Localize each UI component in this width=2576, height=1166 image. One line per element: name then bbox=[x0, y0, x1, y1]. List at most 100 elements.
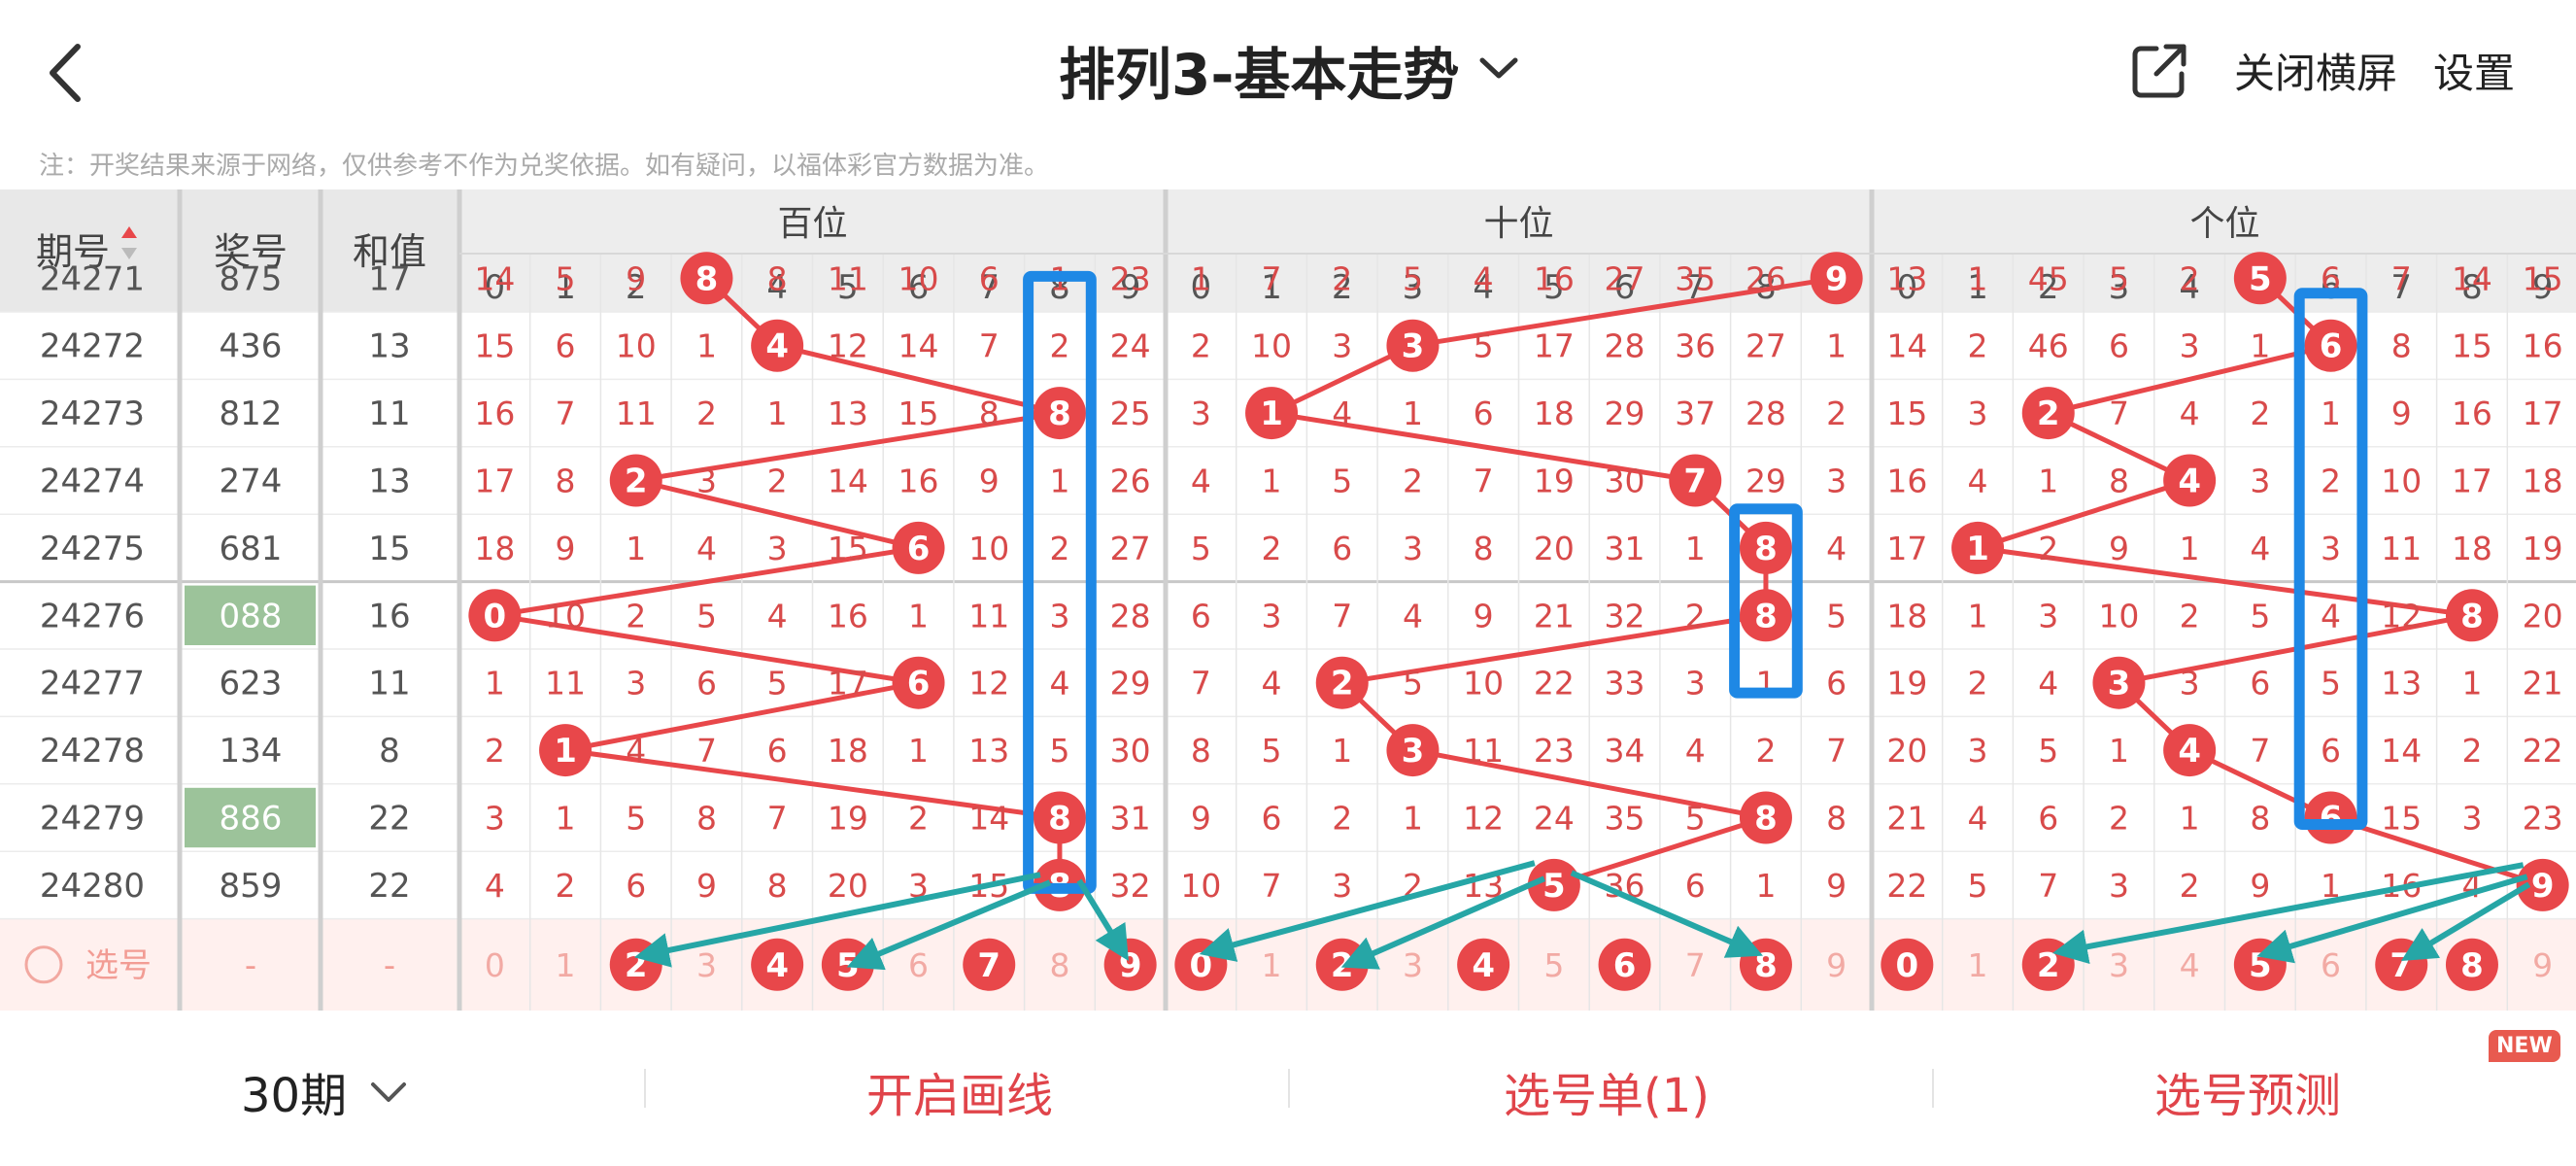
header-group-2: 个位 bbox=[2189, 204, 2259, 244]
selected-digit-number[interactable]: 8 bbox=[2460, 946, 2484, 985]
unselected-digit[interactable]: 3 bbox=[2109, 946, 2129, 984]
settings-button[interactable]: 设置 bbox=[2433, 41, 2515, 100]
miss-count: 1 bbox=[2180, 530, 2200, 567]
unselected-digit[interactable]: 4 bbox=[2180, 946, 2200, 984]
selected-digit-number[interactable]: 7 bbox=[977, 946, 1000, 985]
miss-count: 3 bbox=[2109, 867, 2129, 905]
miss-count: 2 bbox=[1332, 259, 1352, 297]
miss-count: 5 bbox=[626, 800, 646, 838]
selected-digit-number[interactable]: 9 bbox=[1119, 946, 1142, 985]
miss-count: 15 bbox=[968, 867, 1009, 905]
miss-count: 20 bbox=[2523, 597, 2563, 634]
unselected-digit[interactable]: 3 bbox=[696, 946, 717, 984]
hit-ball-number: 8 bbox=[695, 259, 719, 298]
miss-count: 2 bbox=[1049, 530, 1069, 567]
selected-digit-number[interactable]: 0 bbox=[1896, 946, 1919, 985]
unselected-digit[interactable]: 5 bbox=[1543, 946, 1564, 984]
miss-count: 13 bbox=[828, 394, 868, 432]
close-landscape-button[interactable]: 关闭横屏 bbox=[2234, 41, 2397, 100]
miss-count: 6 bbox=[1191, 597, 1211, 634]
miss-count: 28 bbox=[1746, 394, 1786, 432]
miss-count: 1 bbox=[1968, 259, 1988, 297]
number-cell: 812 bbox=[220, 394, 283, 433]
miss-count: 4 bbox=[2250, 530, 2270, 567]
miss-count: 20 bbox=[828, 867, 868, 905]
miss-count: 3 bbox=[1262, 597, 1282, 634]
miss-count: 28 bbox=[1605, 327, 1645, 365]
unselected-digit[interactable]: 6 bbox=[2321, 946, 2341, 984]
selected-digit-number[interactable]: 7 bbox=[2390, 946, 2413, 985]
miss-count: 2 bbox=[1191, 327, 1211, 365]
issue-cell: 24278 bbox=[40, 732, 145, 771]
selected-digit-number[interactable]: 2 bbox=[1331, 946, 1354, 985]
unselected-digit[interactable]: 1 bbox=[1262, 946, 1282, 984]
miss-count: 16 bbox=[1534, 259, 1575, 297]
hit-ball-number: 5 bbox=[1542, 867, 1566, 906]
miss-count: 10 bbox=[1463, 665, 1504, 703]
selected-digit-number[interactable]: 4 bbox=[765, 946, 789, 985]
miss-count: 5 bbox=[1403, 665, 1423, 703]
unselected-digit[interactable]: 7 bbox=[1685, 946, 1706, 984]
miss-count: 6 bbox=[979, 259, 1000, 297]
selected-digit-number[interactable]: 6 bbox=[1613, 946, 1637, 985]
miss-count: 17 bbox=[2523, 394, 2563, 432]
miss-count: 21 bbox=[1886, 800, 1927, 838]
miss-count: 11 bbox=[828, 259, 868, 297]
miss-count: 5 bbox=[2250, 597, 2270, 634]
selected-digit-number[interactable]: 5 bbox=[2249, 946, 2272, 985]
miss-count: 4 bbox=[1826, 530, 1847, 567]
miss-count: 15 bbox=[1886, 394, 1927, 432]
miss-count: 12 bbox=[968, 665, 1009, 703]
miss-count: 8 bbox=[1474, 530, 1494, 567]
miss-count: 7 bbox=[767, 800, 788, 838]
miss-count: 1 bbox=[1403, 394, 1423, 432]
miss-count: 12 bbox=[828, 327, 868, 365]
back-chevron-left-icon[interactable] bbox=[39, 39, 97, 107]
unselected-digit[interactable]: 3 bbox=[1403, 946, 1423, 984]
miss-count: 1 bbox=[485, 665, 505, 703]
miss-count: 5 bbox=[1826, 597, 1847, 634]
issue-cell: 24274 bbox=[40, 463, 145, 501]
miss-count: 22 bbox=[2523, 732, 2563, 770]
miss-count: 11 bbox=[616, 394, 657, 432]
period-selector[interactable]: 30期 bbox=[241, 1057, 347, 1125]
selected-digit-number[interactable]: 2 bbox=[625, 946, 648, 985]
miss-count: 1 bbox=[1755, 867, 1776, 905]
miss-count: 1 bbox=[2321, 394, 2341, 432]
miss-count: 7 bbox=[1474, 463, 1494, 500]
sum-cell: 17 bbox=[368, 259, 410, 298]
selected-digit-number[interactable]: 0 bbox=[1190, 946, 1213, 985]
miss-count: 12 bbox=[1463, 800, 1504, 838]
miss-count: 33 bbox=[1605, 665, 1645, 703]
unselected-digit[interactable]: 9 bbox=[2532, 946, 2553, 984]
selection-list-button[interactable]: 选号单(1) bbox=[1504, 1057, 1710, 1125]
unselected-digit[interactable]: 9 bbox=[1826, 946, 1847, 984]
unselected-digit[interactable]: 1 bbox=[1968, 946, 1988, 984]
unselected-digit[interactable]: 8 bbox=[1049, 946, 1069, 984]
hit-ball-number: 2 bbox=[1331, 665, 1354, 703]
miss-count: 7 bbox=[2391, 259, 2412, 297]
miss-count: 8 bbox=[2109, 463, 2129, 500]
selected-digit-number[interactable]: 5 bbox=[836, 946, 860, 985]
miss-count: 20 bbox=[1886, 732, 1927, 770]
draw-line-button[interactable]: 开启画线 bbox=[866, 1057, 1053, 1125]
period-chevron-down-icon[interactable] bbox=[367, 1077, 410, 1110]
unselected-digit[interactable]: 1 bbox=[556, 946, 576, 984]
sum-cell: 13 bbox=[368, 327, 410, 366]
miss-count: 29 bbox=[1746, 463, 1786, 500]
prediction-button[interactable]: 选号预测 bbox=[2154, 1057, 2341, 1125]
selected-digit-number[interactable]: 8 bbox=[1754, 946, 1778, 985]
number-cell: 681 bbox=[220, 530, 283, 568]
page-title[interactable]: 排列3-基本走势 bbox=[1059, 29, 1459, 111]
selected-digit-number[interactable]: 4 bbox=[1472, 946, 1495, 985]
selected-digit-number[interactable]: 2 bbox=[2037, 946, 2060, 985]
miss-count: 25 bbox=[1110, 394, 1151, 432]
miss-count: 3 bbox=[1332, 327, 1352, 365]
title-chevron-down-icon[interactable] bbox=[1474, 49, 1523, 87]
unselected-digit[interactable]: 6 bbox=[908, 946, 929, 984]
unselected-digit[interactable]: 0 bbox=[485, 946, 505, 984]
hit-ball-number: 2 bbox=[625, 463, 648, 501]
select-row-label[interactable]: 选号 bbox=[85, 946, 152, 985]
external-link-icon[interactable] bbox=[2127, 39, 2191, 103]
miss-count: 1 bbox=[1049, 463, 1069, 500]
